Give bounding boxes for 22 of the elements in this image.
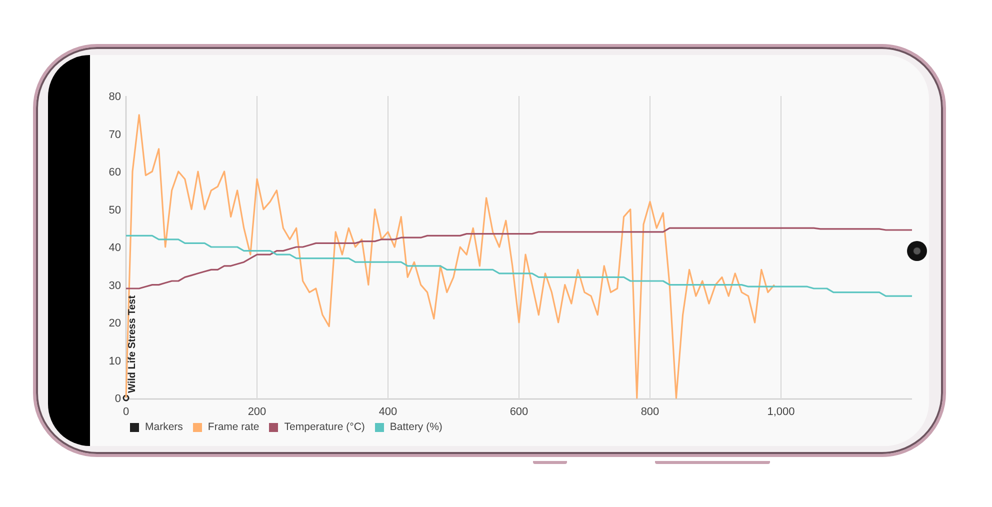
- side-button[interactable]: [655, 461, 770, 464]
- tick-label: 70: [108, 128, 121, 141]
- tick-label: 80: [108, 91, 121, 103]
- tick-label: 600: [510, 406, 528, 417]
- legend-label: Markers: [145, 421, 183, 433]
- legend-label: Battery (%): [390, 421, 442, 433]
- tick-label: 0: [122, 406, 130, 417]
- tick-label: 20: [108, 318, 121, 330]
- marker-label: Wild Life Stress Test: [127, 295, 138, 393]
- tick-label: 40: [108, 242, 121, 254]
- tick-label: 30: [108, 280, 121, 292]
- legend-label: Temperature (°C): [284, 421, 365, 433]
- legend-label: Frame rate: [208, 421, 260, 433]
- side-button[interactable]: [533, 461, 567, 464]
- tick-label: 60: [108, 166, 121, 178]
- tick-label: 1,000: [767, 406, 795, 417]
- tick-label: 50: [108, 204, 121, 216]
- tick-label: 200: [248, 406, 266, 417]
- tick-label: 0: [114, 393, 121, 405]
- tick-label: 800: [640, 406, 660, 417]
- tick-label: 400: [378, 406, 398, 417]
- tick-label: 10: [108, 355, 121, 368]
